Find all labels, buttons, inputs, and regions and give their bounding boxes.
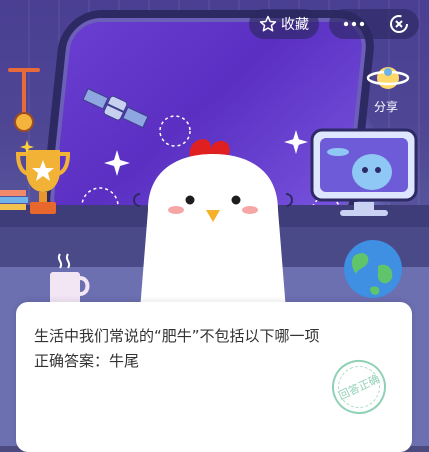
answer-value: 牛尾: [109, 352, 140, 370]
satellite-icon: [82, 88, 149, 129]
globe-icon: [344, 240, 402, 298]
sparkle-icon: [20, 140, 34, 154]
scooter-icon: [8, 68, 40, 132]
books-icon: [0, 190, 28, 210]
star-outline-icon: [259, 15, 277, 32]
planet-share-icon: [366, 67, 410, 89]
more-button[interactable]: [329, 9, 379, 39]
mug-icon: [50, 253, 90, 304]
answer-prefix: 正确答案：: [34, 352, 110, 370]
share-button[interactable]: 分享: [366, 60, 410, 116]
close-circle-icon: [390, 15, 408, 33]
quiz-question: 生活中我们常说的“肥牛”不包括以下哪一项: [34, 327, 320, 345]
favorite-label: 收藏: [281, 17, 309, 33]
favorite-button[interactable]: 收藏: [249, 9, 319, 39]
quiz-answer: 正确答案：牛尾: [34, 350, 139, 371]
share-label: 分享: [374, 100, 399, 114]
close-button[interactable]: [379, 9, 419, 39]
monitor-icon: [310, 128, 418, 216]
more-dots-icon: [343, 21, 365, 27]
chicken-mascot: [133, 139, 293, 310]
